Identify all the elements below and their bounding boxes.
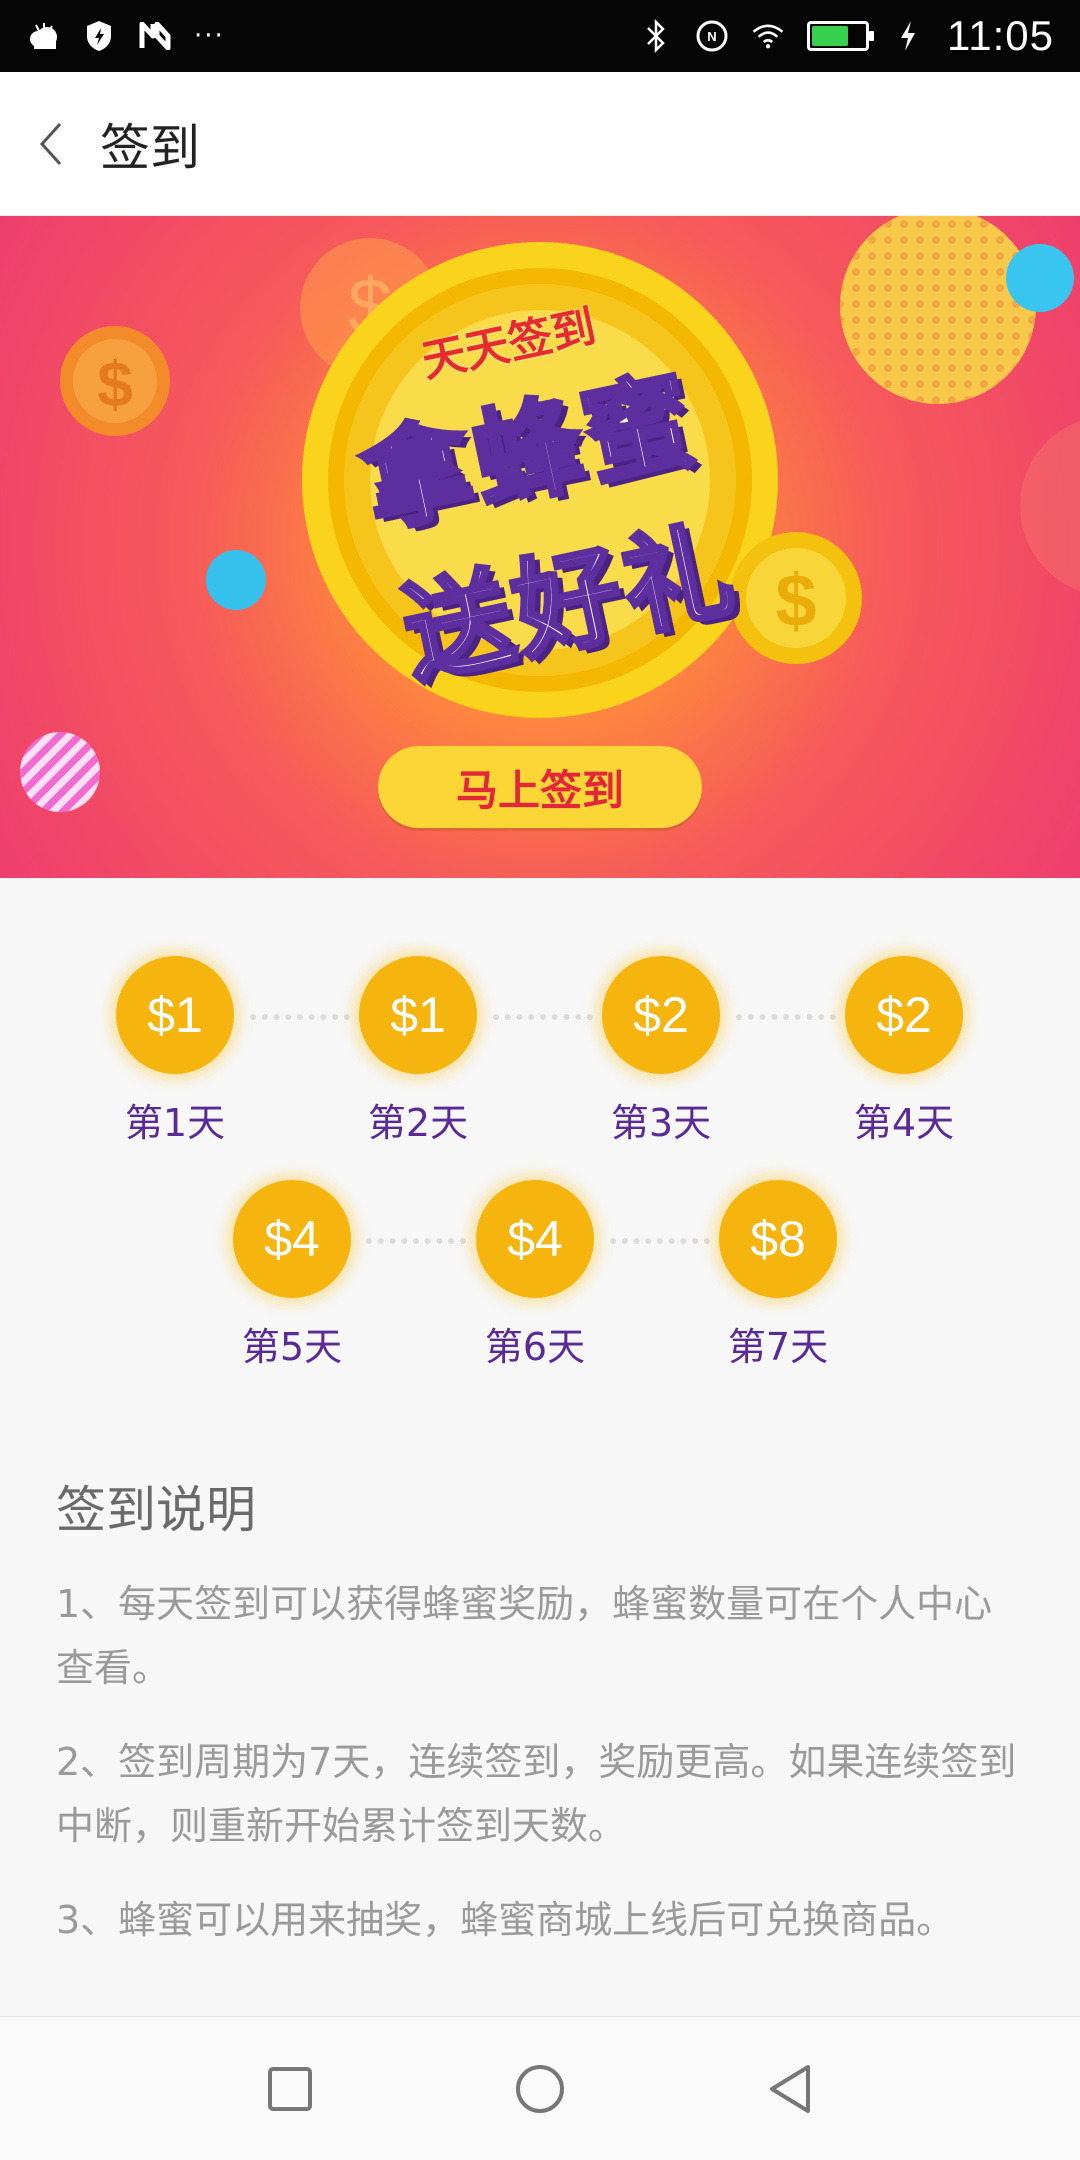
page-title: 签到 [100, 118, 200, 177]
day-connector [250, 1014, 350, 1020]
app-header: 签到 [0, 72, 1080, 216]
day-connector [610, 1238, 710, 1244]
day-6-reward: $4 第6天 [455, 1180, 615, 1371]
checkin-instructions: 签到说明 1、每天签到可以获得蜂蜜奖励，蜂蜜数量可在个人中心查看。 2、签到周期… [56, 1470, 1026, 1982]
system-nav-bar [0, 2016, 1080, 2160]
reward-coin: $8 [719, 1180, 837, 1298]
coin-decoration-right: $ [730, 532, 862, 664]
more-dots-icon: ··· [194, 21, 225, 51]
day-label: 第2天 [367, 1101, 469, 1145]
status-left: ··· [26, 19, 225, 53]
day-label: 第4天 [853, 1101, 955, 1145]
instructions-title: 签到说明 [56, 1481, 256, 1539]
instruction-item: 3、蜂蜜可以用来抽奖，蜂蜜商城上线后可兑换商品。 [56, 1898, 955, 1942]
reward-coin: $1 [359, 956, 477, 1074]
day-label: 第5天 [241, 1325, 343, 1369]
reward-coin: $4 [233, 1180, 351, 1298]
instruction-item: 2、签到周期为7天，连续签到，奖励更高。如果连续签到中断，则重新开始累计签到天数… [56, 1740, 1017, 1848]
triangle-back-icon [770, 2064, 810, 2113]
square-icon [268, 2066, 312, 2111]
day-connector [366, 1238, 466, 1244]
coin-decoration-left: $ [60, 326, 170, 436]
day-label: 第1天 [124, 1101, 226, 1145]
shield-icon [82, 19, 116, 53]
charging-icon [891, 19, 925, 53]
svg-text:$: $ [97, 348, 133, 420]
bluetooth-icon [639, 19, 673, 53]
wifi-icon [751, 19, 785, 53]
day-connector [736, 1014, 836, 1020]
back-button[interactable] [0, 72, 100, 216]
reward-coin: $4 [476, 1180, 594, 1298]
reward-progress: $1 第1天 $1 第2天 $2 第3天 $2 第4天 $4 第5天 $4 第6… [0, 878, 1080, 1398]
back-nav-button[interactable] [750, 2049, 830, 2129]
n-icon [138, 19, 172, 53]
day-label: 第7天 [727, 1325, 829, 1369]
day-3-reward: $2 第3天 [581, 956, 741, 1147]
day-7-reward: $8 第7天 [698, 1180, 858, 1371]
battery-icon [807, 21, 874, 51]
day-connector [493, 1014, 593, 1020]
battery-fill [812, 26, 849, 46]
instruction-item: 1、每天签到可以获得蜂蜜奖励，蜂蜜数量可在个人中心查看。 [56, 1582, 993, 1690]
weather-icon [26, 19, 60, 53]
status-time: 11:05 [947, 12, 1054, 59]
day-5-reward: $4 第5天 [212, 1180, 372, 1371]
reward-coin: $2 [845, 956, 963, 1074]
svg-text:$: $ [775, 559, 816, 642]
status-bar: ··· N 11:05 [0, 0, 1080, 72]
status-right: N 11:05 [639, 12, 1054, 60]
day-4-reward: $2 第4天 [824, 956, 984, 1147]
day-label: 第6天 [484, 1325, 586, 1369]
checkin-now-button[interactable]: 马上签到 [378, 746, 702, 828]
circle-icon [516, 2064, 564, 2113]
chevron-left-icon [39, 122, 62, 165]
banner: $ $ $ 天天签到 拿蜂蜜 送好礼 马上签到 [0, 216, 1080, 878]
day-label: 第3天 [610, 1101, 712, 1145]
reward-coin: $1 [116, 956, 234, 1074]
nfc-icon: N [695, 19, 729, 53]
day-2-reward: $1 第2天 [338, 956, 498, 1147]
reward-coin: $2 [602, 956, 720, 1074]
day-1-reward: $1 第1天 [95, 956, 255, 1147]
svg-text:N: N [707, 29, 716, 44]
recent-apps-button[interactable] [250, 2049, 330, 2129]
home-button[interactable] [500, 2049, 580, 2129]
